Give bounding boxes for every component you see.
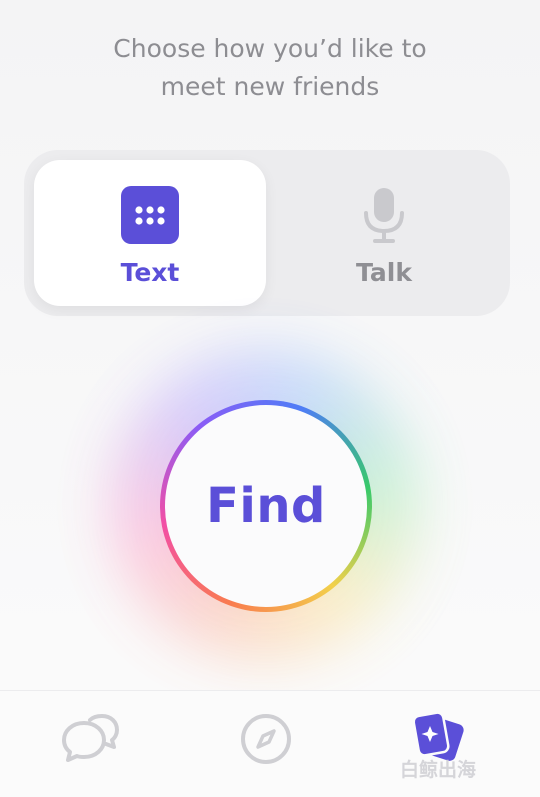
- compass-icon: [241, 714, 291, 764]
- prompt-line-2: meet new friends: [160, 72, 380, 101]
- page-prompt: Choose how you’d like to meet new friend…: [0, 30, 540, 106]
- microphone-icon: [364, 188, 404, 243]
- screen: Choose how you’d like to meet new friend…: [0, 0, 540, 797]
- mode-option-talk[interactable]: Talk: [268, 160, 500, 306]
- watermark: 白鲸出海: [400, 759, 477, 781]
- chat-bubbles-icon: [62, 714, 119, 762]
- prompt-line-1: Choose how you’d like to: [113, 34, 427, 63]
- keyboard-icon: [121, 186, 179, 244]
- mode-switch: Text Talk: [24, 150, 510, 316]
- find-button[interactable]: Find: [160, 400, 372, 612]
- mode-option-text-label: Text: [120, 258, 180, 287]
- find-button-face: Find: [165, 405, 367, 607]
- mode-option-talk-label: Talk: [356, 258, 412, 287]
- mode-option-text[interactable]: Text: [34, 160, 266, 306]
- nav-item-chats[interactable]: [60, 709, 120, 769]
- nav-item-discover[interactable]: [236, 709, 296, 769]
- find-button-label: Find: [206, 478, 326, 534]
